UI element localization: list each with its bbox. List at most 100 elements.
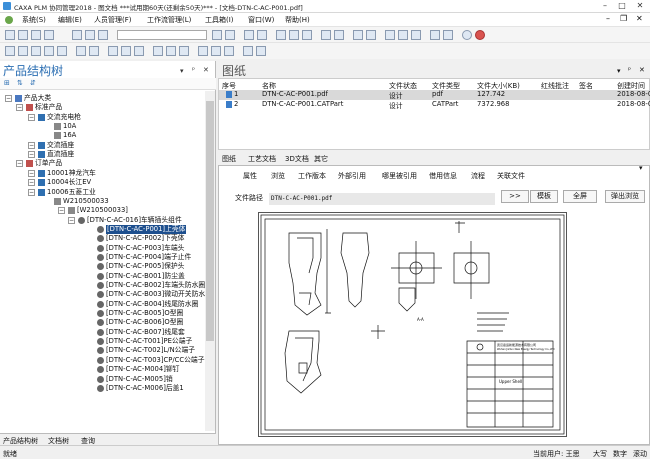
tree-node[interactable]: [DTN-C-AC-B006]O型圈 xyxy=(106,318,183,327)
minimize-button[interactable]: – xyxy=(596,0,614,13)
toolbar-combo[interactable] xyxy=(117,30,207,40)
tree-expander-icon[interactable]: − xyxy=(16,104,23,112)
tool-icon-i[interactable] xyxy=(334,30,344,40)
print-icon[interactable] xyxy=(44,30,54,40)
tree-node[interactable]: [DTN-C-AC-B005]O型圈 xyxy=(106,309,183,318)
tool2-icon-i[interactable] xyxy=(134,46,144,56)
menu-personnel[interactable]: 人员管理(F) xyxy=(94,15,132,25)
doc-menu-icon[interactable]: ▾ xyxy=(639,164,643,172)
tree-node[interactable]: [DTN-C-AC-P003]车端头 xyxy=(106,244,184,253)
tree-node[interactable]: [DTN-C-AC-P001]上壳体 xyxy=(106,224,187,234)
tool-icon-d[interactable] xyxy=(257,30,267,40)
tool2-icon-b[interactable] xyxy=(31,46,41,56)
tool2-icon-c[interactable] xyxy=(44,46,54,56)
tree-expander-icon[interactable]: − xyxy=(68,216,75,224)
refresh-icon[interactable] xyxy=(5,46,15,56)
tab-drawings[interactable]: 图纸 xyxy=(222,154,236,164)
tool2-icon-g[interactable] xyxy=(108,46,118,56)
tree-node[interactable]: 16A xyxy=(63,131,76,140)
tool2-icon-f[interactable] xyxy=(89,46,99,56)
tree-node[interactable]: [DTN-C-AC-B004]线尾防水圈 xyxy=(106,300,198,309)
tree-expander-icon[interactable]: − xyxy=(28,113,35,121)
tool2-icon-n[interactable] xyxy=(211,46,221,56)
tool2-icon-j[interactable] xyxy=(153,46,163,56)
tree-node[interactable]: 产品大类 xyxy=(24,94,51,103)
new-icon[interactable] xyxy=(5,30,15,40)
stop-icon[interactable] xyxy=(475,30,485,40)
tool-icon-h[interactable] xyxy=(321,30,331,40)
tool2-icon-e[interactable] xyxy=(76,46,86,56)
tree-node[interactable]: 10006五菱工业 xyxy=(47,188,96,197)
tree-expander-icon[interactable]: − xyxy=(5,95,12,102)
tree-node[interactable]: 交流充电枪 xyxy=(47,113,81,122)
tree-node[interactable]: 10004长江EV xyxy=(47,178,91,187)
paste-icon[interactable] xyxy=(98,30,108,40)
tree-node[interactable]: [W210500033] xyxy=(77,206,128,215)
tree-node[interactable]: [DTN-C-AC-B001]防尘盖 xyxy=(106,272,185,281)
tree-node[interactable]: [DTN-C-AC-M005]销 xyxy=(106,375,173,384)
save-icon[interactable] xyxy=(31,30,41,40)
tool2-icon-l[interactable] xyxy=(179,46,189,56)
copy-icon[interactable] xyxy=(85,30,95,40)
tree-node[interactable]: [DTN-C-AC-B002]车端头防水圈 xyxy=(106,281,205,290)
tool-icon-n[interactable] xyxy=(411,30,421,40)
tree-node[interactable]: [DTN-C-AC-M004]铆钉 xyxy=(106,365,179,374)
tree-expander-icon[interactable]: − xyxy=(28,141,35,149)
menu-workflow[interactable]: 工作流管理(L) xyxy=(147,15,191,25)
tab-related-files[interactable]: 关联文件 xyxy=(497,171,525,181)
tree-node[interactable]: 标准产品 xyxy=(35,103,62,112)
tool-icon-g[interactable] xyxy=(302,30,312,40)
tab-3d-docs[interactable]: 3D文档 xyxy=(285,154,309,164)
tree-node[interactable]: 直流插座 xyxy=(47,150,74,159)
open-icon[interactable] xyxy=(18,30,28,40)
close-button[interactable]: ✕ xyxy=(631,0,649,13)
tool-icon-e[interactable] xyxy=(276,30,286,40)
tool-icon-a[interactable] xyxy=(212,30,222,40)
tree-expand-icon[interactable]: ⊞ xyxy=(4,79,10,87)
mdi-restore-icon[interactable]: ❐ xyxy=(620,14,627,23)
cut-icon[interactable] xyxy=(72,30,82,40)
tab-browse[interactable]: 浏览 xyxy=(271,171,285,181)
tree-node[interactable]: [DTN-C-AC-016]车辆插头组件 xyxy=(87,216,182,225)
tree-sort-asc-icon[interactable]: ⇅ xyxy=(17,79,23,87)
tree-expander-icon[interactable]: − xyxy=(28,151,35,159)
rp-pin-icon[interactable]: ᵖ xyxy=(628,66,631,74)
tree-node[interactable]: 交流插座 xyxy=(47,141,74,150)
tree-node[interactable]: [DTN-C-AC-P005]保护头 xyxy=(106,262,184,271)
tool-icon-o[interactable] xyxy=(430,30,440,40)
tree-node[interactable]: [DTN-C-AC-P002]下壳体 xyxy=(106,234,184,243)
tool-icon-j[interactable] xyxy=(353,30,363,40)
tree-sort-desc-icon[interactable]: ⇵ xyxy=(30,79,36,87)
tree-scrollbar-thumb[interactable] xyxy=(206,101,214,341)
tree-node[interactable]: [DTN-C-AC-B003]微动开关防水圈 xyxy=(106,290,212,299)
tree-node[interactable]: [DTN-C-AC-T003]CP/CC公端子 xyxy=(106,356,205,365)
maximize-button[interactable]: □ xyxy=(613,0,631,13)
tree-node[interactable]: 10A xyxy=(63,122,76,131)
rp-close-icon[interactable]: ✕ xyxy=(639,66,645,74)
tree-expander-icon[interactable]: − xyxy=(28,188,35,196)
tab-others[interactable]: 其它 xyxy=(314,154,328,164)
mdi-minimize-icon[interactable]: – xyxy=(606,14,610,23)
tree-node[interactable]: [DTN-C-AC-T001]PE公端子 xyxy=(106,337,192,346)
tree-node[interactable]: [DTN-C-AC-P004]端子止件 xyxy=(106,253,191,262)
tree-expander-icon[interactable]: − xyxy=(28,169,35,177)
panel-close-icon[interactable]: ✕ xyxy=(203,66,209,74)
tab-working-version[interactable]: 工作版本 xyxy=(298,171,326,181)
tool2-icon-p[interactable] xyxy=(243,46,253,56)
more-button[interactable]: >> xyxy=(501,190,529,203)
tool-icon-k[interactable] xyxy=(366,30,376,40)
tree-expander-icon[interactable]: − xyxy=(28,179,35,187)
tree-node[interactable]: [DTN-C-AC-B007]线尾套 xyxy=(106,328,185,337)
popup-browse-button[interactable]: 弹出浏览 xyxy=(605,190,645,203)
fullscreen-button[interactable]: 全屏 xyxy=(563,190,597,203)
template-button[interactable]: 模板 xyxy=(530,190,558,203)
menu-system[interactable]: 系统(S) xyxy=(22,15,46,25)
tab-process[interactable]: 流程 xyxy=(471,171,485,181)
menu-edit[interactable]: 编辑(E) xyxy=(58,15,82,25)
tool-icon-b[interactable] xyxy=(225,30,235,40)
tool2-icon-k[interactable] xyxy=(166,46,176,56)
menu-toolbox[interactable]: 工具箱(I) xyxy=(205,15,234,25)
tab-where-used[interactable]: 哪里被引用 xyxy=(382,171,417,181)
tree-node[interactable]: [DTN-C-AC-T002]L/N公端子 xyxy=(106,346,195,355)
mdi-close-icon[interactable]: ✕ xyxy=(636,14,643,23)
